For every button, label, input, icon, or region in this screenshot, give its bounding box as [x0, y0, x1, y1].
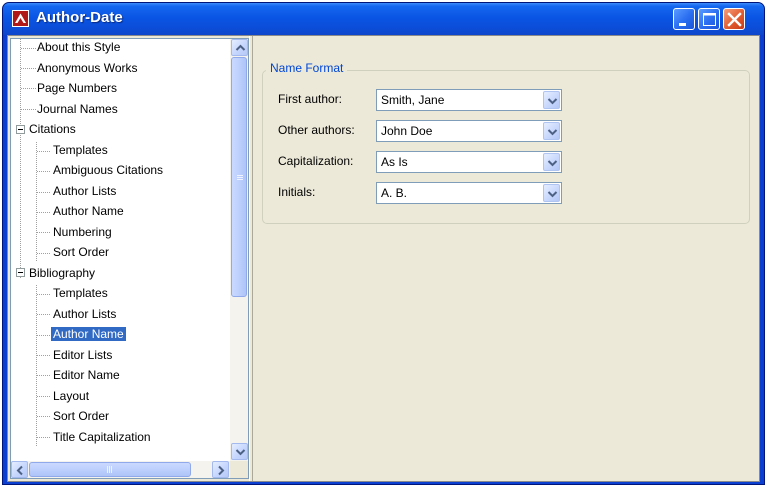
- close-icon: [727, 12, 742, 27]
- first-author-label: First author:: [278, 92, 343, 106]
- tree-item-citations-author-lists[interactable]: Author Lists: [51, 183, 118, 200]
- tree-item-anonymous-works[interactable]: Anonymous Works: [35, 60, 139, 77]
- tree-line: [37, 335, 51, 336]
- scroll-down-button[interactable]: [231, 443, 248, 460]
- tree-item-bibliography[interactable]: Bibliography: [27, 265, 97, 282]
- tree-line: [37, 212, 51, 213]
- tree-line: [21, 48, 36, 49]
- chevron-left-icon: [16, 465, 23, 476]
- tree-vertical-scrollbar[interactable]: [230, 39, 248, 461]
- first-author-value: Smith, Jane: [381, 93, 445, 107]
- tree-item-page-numbers[interactable]: Page Numbers: [35, 80, 119, 97]
- initials-dropdown[interactable]: A. B.: [376, 182, 562, 204]
- capitalization-value: As Is: [381, 155, 408, 169]
- capitalization-dropdown[interactable]: As Is: [376, 151, 562, 173]
- dialog-body: About this Style Anonymous Works Page Nu…: [7, 35, 760, 482]
- scroll-right-button[interactable]: [212, 461, 229, 478]
- name-format-legend: Name Format: [266, 61, 348, 75]
- tree-line: [37, 192, 51, 193]
- other-authors-dropdown[interactable]: John Doe: [376, 120, 562, 142]
- first-author-dropdown-button[interactable]: [543, 91, 560, 109]
- scroll-left-button[interactable]: [11, 461, 28, 478]
- other-authors-dropdown-button[interactable]: [543, 122, 560, 140]
- grip-icon: [107, 466, 112, 473]
- tree-item-editor-lists[interactable]: Editor Lists: [51, 347, 114, 364]
- app-window: Author-Date About this Style Anonymous W…: [2, 2, 765, 485]
- first-author-dropdown[interactable]: Smith, Jane: [376, 89, 562, 111]
- other-authors-value: John Doe: [381, 124, 433, 138]
- tree-line: [36, 285, 37, 446]
- tree-line: [20, 39, 21, 278]
- tree-line: [37, 151, 51, 152]
- grip-icon: [237, 175, 243, 180]
- tree-item-citations[interactable]: Citations: [27, 121, 78, 138]
- tree-item-title-capitalization[interactable]: Title Capitalization: [51, 429, 153, 446]
- chevron-down-icon: [547, 160, 558, 167]
- tree-item-citations-sort-order[interactable]: Sort Order: [51, 244, 111, 261]
- tree-item-editor-name[interactable]: Editor Name: [51, 367, 122, 384]
- chevron-down-icon: [547, 129, 558, 136]
- maximize-button[interactable]: [698, 8, 720, 30]
- tree-item-ambiguous-citations[interactable]: Ambiguous Citations: [51, 162, 165, 179]
- tree-line: [36, 142, 37, 262]
- tree-line: [37, 437, 51, 438]
- initials-label: Initials:: [278, 185, 316, 199]
- tree-line: [37, 314, 51, 315]
- scrollbar-corner: [230, 461, 248, 478]
- collapse-citations-icon[interactable]: [16, 125, 25, 134]
- tree-line: [37, 171, 51, 172]
- tree-item-journal-names[interactable]: Journal Names: [35, 101, 120, 118]
- capitalization-label: Capitalization:: [278, 154, 354, 168]
- chevron-down-icon: [235, 449, 246, 456]
- app-logo-icon: [12, 10, 29, 27]
- maximize-icon: [703, 13, 716, 26]
- pane-splitter[interactable]: [249, 36, 253, 481]
- tree-item-about-this-style[interactable]: About this Style: [35, 39, 122, 56]
- tree-line: [21, 88, 36, 89]
- tree-line: [37, 253, 51, 254]
- tree-horizontal-scrollbar[interactable]: [11, 461, 230, 478]
- tree-item-citations-author-name[interactable]: Author Name: [51, 203, 126, 220]
- tree-line: [37, 416, 51, 417]
- tree-item-bibliography-templates[interactable]: Templates: [51, 285, 110, 302]
- initials-dropdown-button[interactable]: [543, 184, 560, 202]
- close-button[interactable]: [723, 8, 745, 30]
- tree-line: [37, 294, 51, 295]
- tree-item-bibliography-author-lists[interactable]: Author Lists: [51, 306, 118, 323]
- tree-items: About this Style Anonymous Works Page Nu…: [11, 39, 230, 461]
- other-authors-label: Other authors:: [278, 123, 355, 137]
- tree-vertical-scroll-thumb[interactable]: [231, 57, 247, 297]
- title-bar[interactable]: Author-Date: [3, 3, 764, 35]
- initials-value: A. B.: [381, 186, 408, 200]
- tree-item-bibliography-author-name[interactable]: Author Name: [51, 326, 126, 343]
- chevron-up-icon: [235, 44, 246, 51]
- tree-item-layout[interactable]: Layout: [51, 388, 91, 405]
- chevron-down-icon: [547, 191, 558, 198]
- tree-line: [37, 232, 51, 233]
- collapse-bibliography-icon[interactable]: [16, 268, 25, 277]
- style-tree: About this Style Anonymous Works Page Nu…: [10, 38, 249, 479]
- tree-item-numbering[interactable]: Numbering: [51, 224, 114, 241]
- tree-horizontal-scroll-thumb[interactable]: [29, 462, 191, 477]
- tree-item-bibliography-sort-order[interactable]: Sort Order: [51, 408, 111, 425]
- tree-line: [21, 109, 36, 110]
- capitalization-dropdown-button[interactable]: [543, 153, 560, 171]
- tree-line: [37, 355, 51, 356]
- tree-line: [37, 396, 51, 397]
- scroll-up-button[interactable]: [231, 39, 248, 56]
- tree-line: [21, 68, 36, 69]
- window-title: Author-Date: [36, 9, 123, 26]
- chevron-right-icon: [218, 465, 225, 476]
- minimize-icon: [679, 23, 686, 26]
- minimize-button[interactable]: [673, 8, 695, 30]
- tree-line: [37, 375, 51, 376]
- chevron-down-icon: [547, 98, 558, 105]
- tree-item-citations-templates[interactable]: Templates: [51, 142, 110, 159]
